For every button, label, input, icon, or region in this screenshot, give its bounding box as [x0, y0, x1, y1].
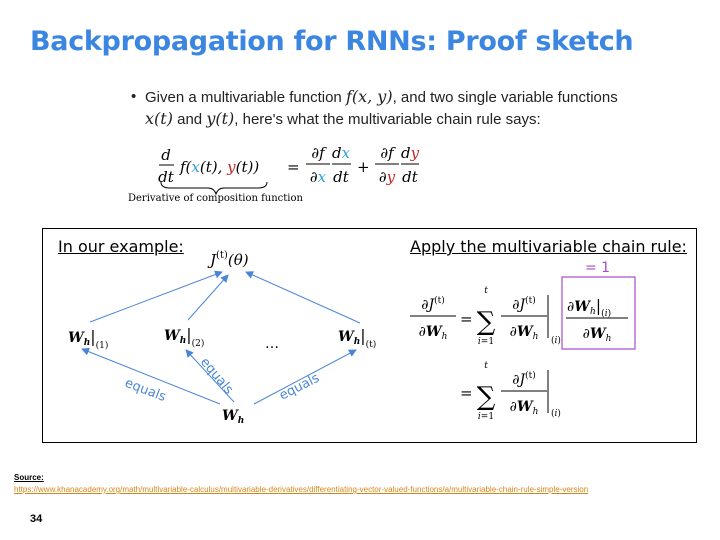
svg-text:dx: dx — [332, 144, 351, 162]
brace-caption: Derivative of composition function — [128, 193, 304, 204]
svg-text:+: + — [357, 158, 370, 176]
svg-text:∂y: ∂y — [379, 168, 396, 186]
svg-text:d: d — [161, 146, 171, 164]
svg-text:f(x(t), y(t)): f(x(t), y(t)) — [179, 158, 259, 176]
page-number: 34 — [30, 513, 43, 525]
svg-text:∂f: ∂f — [311, 144, 327, 162]
svg-text:∂x: ∂x — [310, 168, 327, 186]
svg-text:dt: dt — [333, 168, 350, 186]
chain-rule-equation: d dt f(x(t), y(t)) = ∂f ∂x dx dt + ∂f ∂y… — [158, 144, 420, 196]
apply-label: Apply the multivariable chain rule: — [410, 237, 687, 256]
svg-text:=: = — [287, 158, 300, 176]
example-label: In our example: — [58, 237, 184, 256]
svg-text:dt: dt — [402, 168, 419, 186]
source-label: Source: — [14, 473, 44, 482]
source-link[interactable]: https://www.khanacademy.org/math/multiva… — [14, 485, 588, 494]
svg-text:∂f: ∂f — [380, 144, 396, 162]
svg-text:dy: dy — [401, 144, 420, 162]
equals-one-label: = 1 — [585, 260, 611, 276]
